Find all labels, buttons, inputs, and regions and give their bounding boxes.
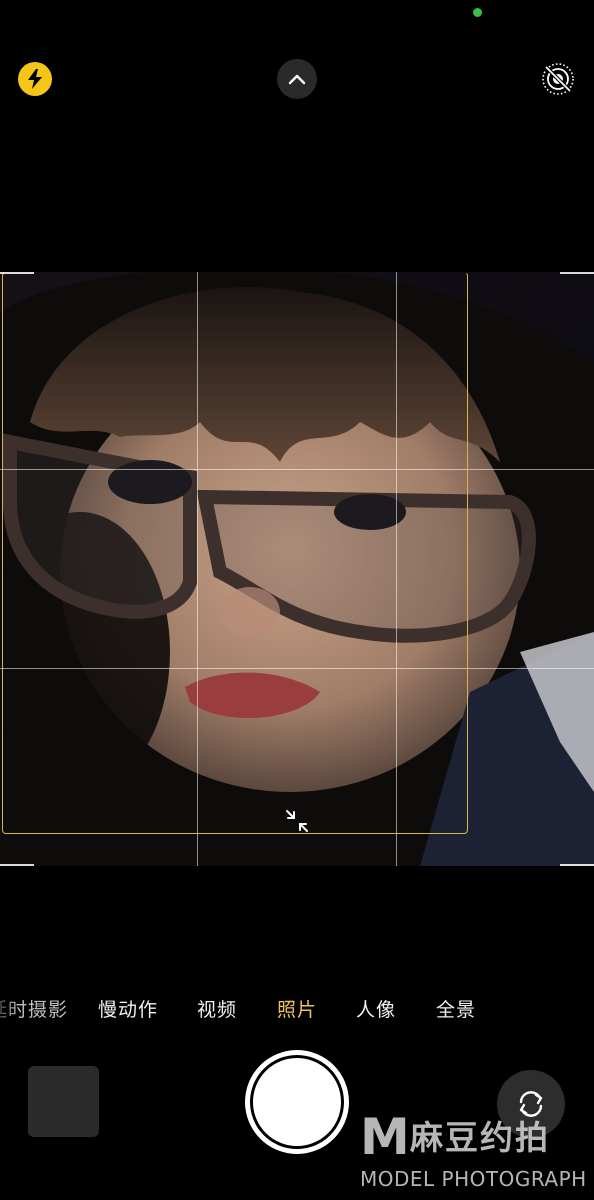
live-photo-button[interactable] (540, 61, 576, 97)
chevron-up-icon (288, 74, 306, 85)
lightning-bolt-icon (28, 69, 42, 89)
expand-controls-button[interactable] (277, 59, 317, 99)
watermark-english-text: MODEL PHOTOGRAPH (360, 1167, 587, 1191)
flash-button[interactable] (18, 62, 52, 96)
camera-mode-selector[interactable]: 延时摄影 慢动作 视频 照片 人像 全景 (0, 995, 594, 1023)
crop-corner-tl (0, 272, 34, 274)
mode-panorama[interactable]: 全景 (436, 995, 476, 1022)
face-focus-box (2, 272, 468, 834)
mode-timelapse[interactable]: 延时摄影 (0, 995, 68, 1022)
last-photo-thumbnail[interactable] (28, 1066, 99, 1137)
live-photo-off-icon (542, 63, 574, 95)
mode-portrait[interactable]: 人像 (356, 995, 396, 1022)
crop-corner-tr (560, 272, 594, 274)
watermark-logo: M 麻豆约拍 MODEL PHOTOGRAPH (360, 1112, 590, 1192)
mode-photo[interactable]: 照片 (277, 995, 317, 1022)
crop-corner-br (560, 864, 594, 866)
mode-video[interactable]: 视频 (197, 995, 237, 1022)
watermark-chinese-text: 麻豆约拍 (410, 1118, 550, 1157)
camera-viewfinder[interactable] (0, 272, 594, 866)
shrink-arrows-icon[interactable] (284, 808, 310, 834)
shutter-button[interactable] (245, 1050, 349, 1154)
mode-slow-motion[interactable]: 慢动作 (98, 995, 158, 1022)
watermark-m-letter: M (360, 1108, 410, 1166)
crop-corner-bl (0, 864, 34, 866)
camera-in-use-indicator (473, 8, 482, 17)
